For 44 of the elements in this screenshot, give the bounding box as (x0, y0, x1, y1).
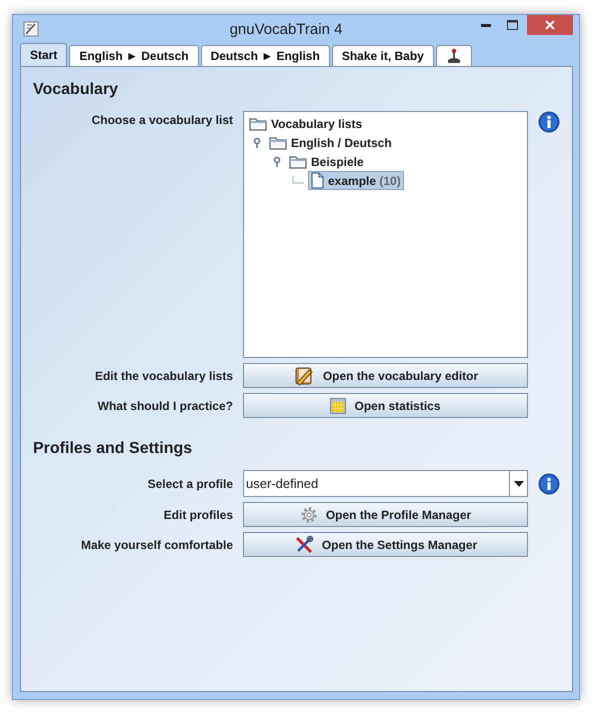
tab[interactable]: Deutsch ► English (200, 45, 330, 66)
wrench-screwdriver-icon (294, 534, 314, 554)
joystick-icon (446, 48, 461, 64)
window-title: gnuVocabTrain 4 (228, 20, 344, 38)
action-button[interactable]: Open statistics (243, 393, 528, 418)
field-label: Choose a vocabulary list (90, 112, 233, 127)
action-button[interactable]: Open the Settings Manager (243, 532, 528, 557)
info-icon[interactable] (538, 111, 560, 133)
calendar-icon (330, 398, 346, 414)
tree-item[interactable]: Vocabulary lists (246, 114, 366, 133)
field-label: Make yourself comfortable (80, 538, 233, 552)
field-label: Edit the vocabulary lists (94, 368, 233, 382)
file-icon (311, 172, 324, 189)
folder-icon (269, 136, 287, 150)
minimize-icon (481, 24, 491, 26)
field-label: What should I practice? (96, 398, 233, 412)
tab[interactable] (436, 45, 472, 66)
profile-dropdown[interactable]: user-defined (243, 470, 528, 497)
tree-item[interactable]: Beispiele (286, 152, 367, 171)
folder-icon (249, 116, 267, 130)
close-icon (545, 20, 555, 30)
section-heading: Profiles and Settings (33, 440, 194, 458)
tree-item[interactable]: English / Deutsch (266, 133, 395, 152)
close-button[interactable] (527, 15, 573, 35)
maximize-icon (506, 20, 518, 30)
notebook-icon (292, 366, 315, 386)
tab[interactable]: Shake it, Baby (332, 45, 434, 66)
gear-icon (300, 506, 318, 524)
action-button[interactable]: Open the vocabulary editor (243, 363, 528, 388)
tab[interactable]: English ► Deutsch (69, 45, 199, 66)
section-heading: Vocabulary (33, 81, 120, 99)
tree-item[interactable]: example (10) (308, 171, 404, 190)
tree-line (292, 176, 304, 186)
app-icon (23, 21, 39, 37)
info-icon[interactable] (538, 472, 560, 494)
tab[interactable]: Start (20, 43, 68, 66)
action-button[interactable]: Open the Profile Manager (243, 502, 528, 527)
expand-handle-icon[interactable] (252, 138, 262, 148)
field-label: Edit profiles (162, 508, 233, 522)
expand-handle-icon[interactable] (272, 156, 282, 166)
field-label: Select a profile (146, 476, 233, 490)
folder-icon (289, 154, 307, 168)
caret-icon (514, 480, 524, 486)
dropdown-arrow-button[interactable] (509, 471, 527, 496)
